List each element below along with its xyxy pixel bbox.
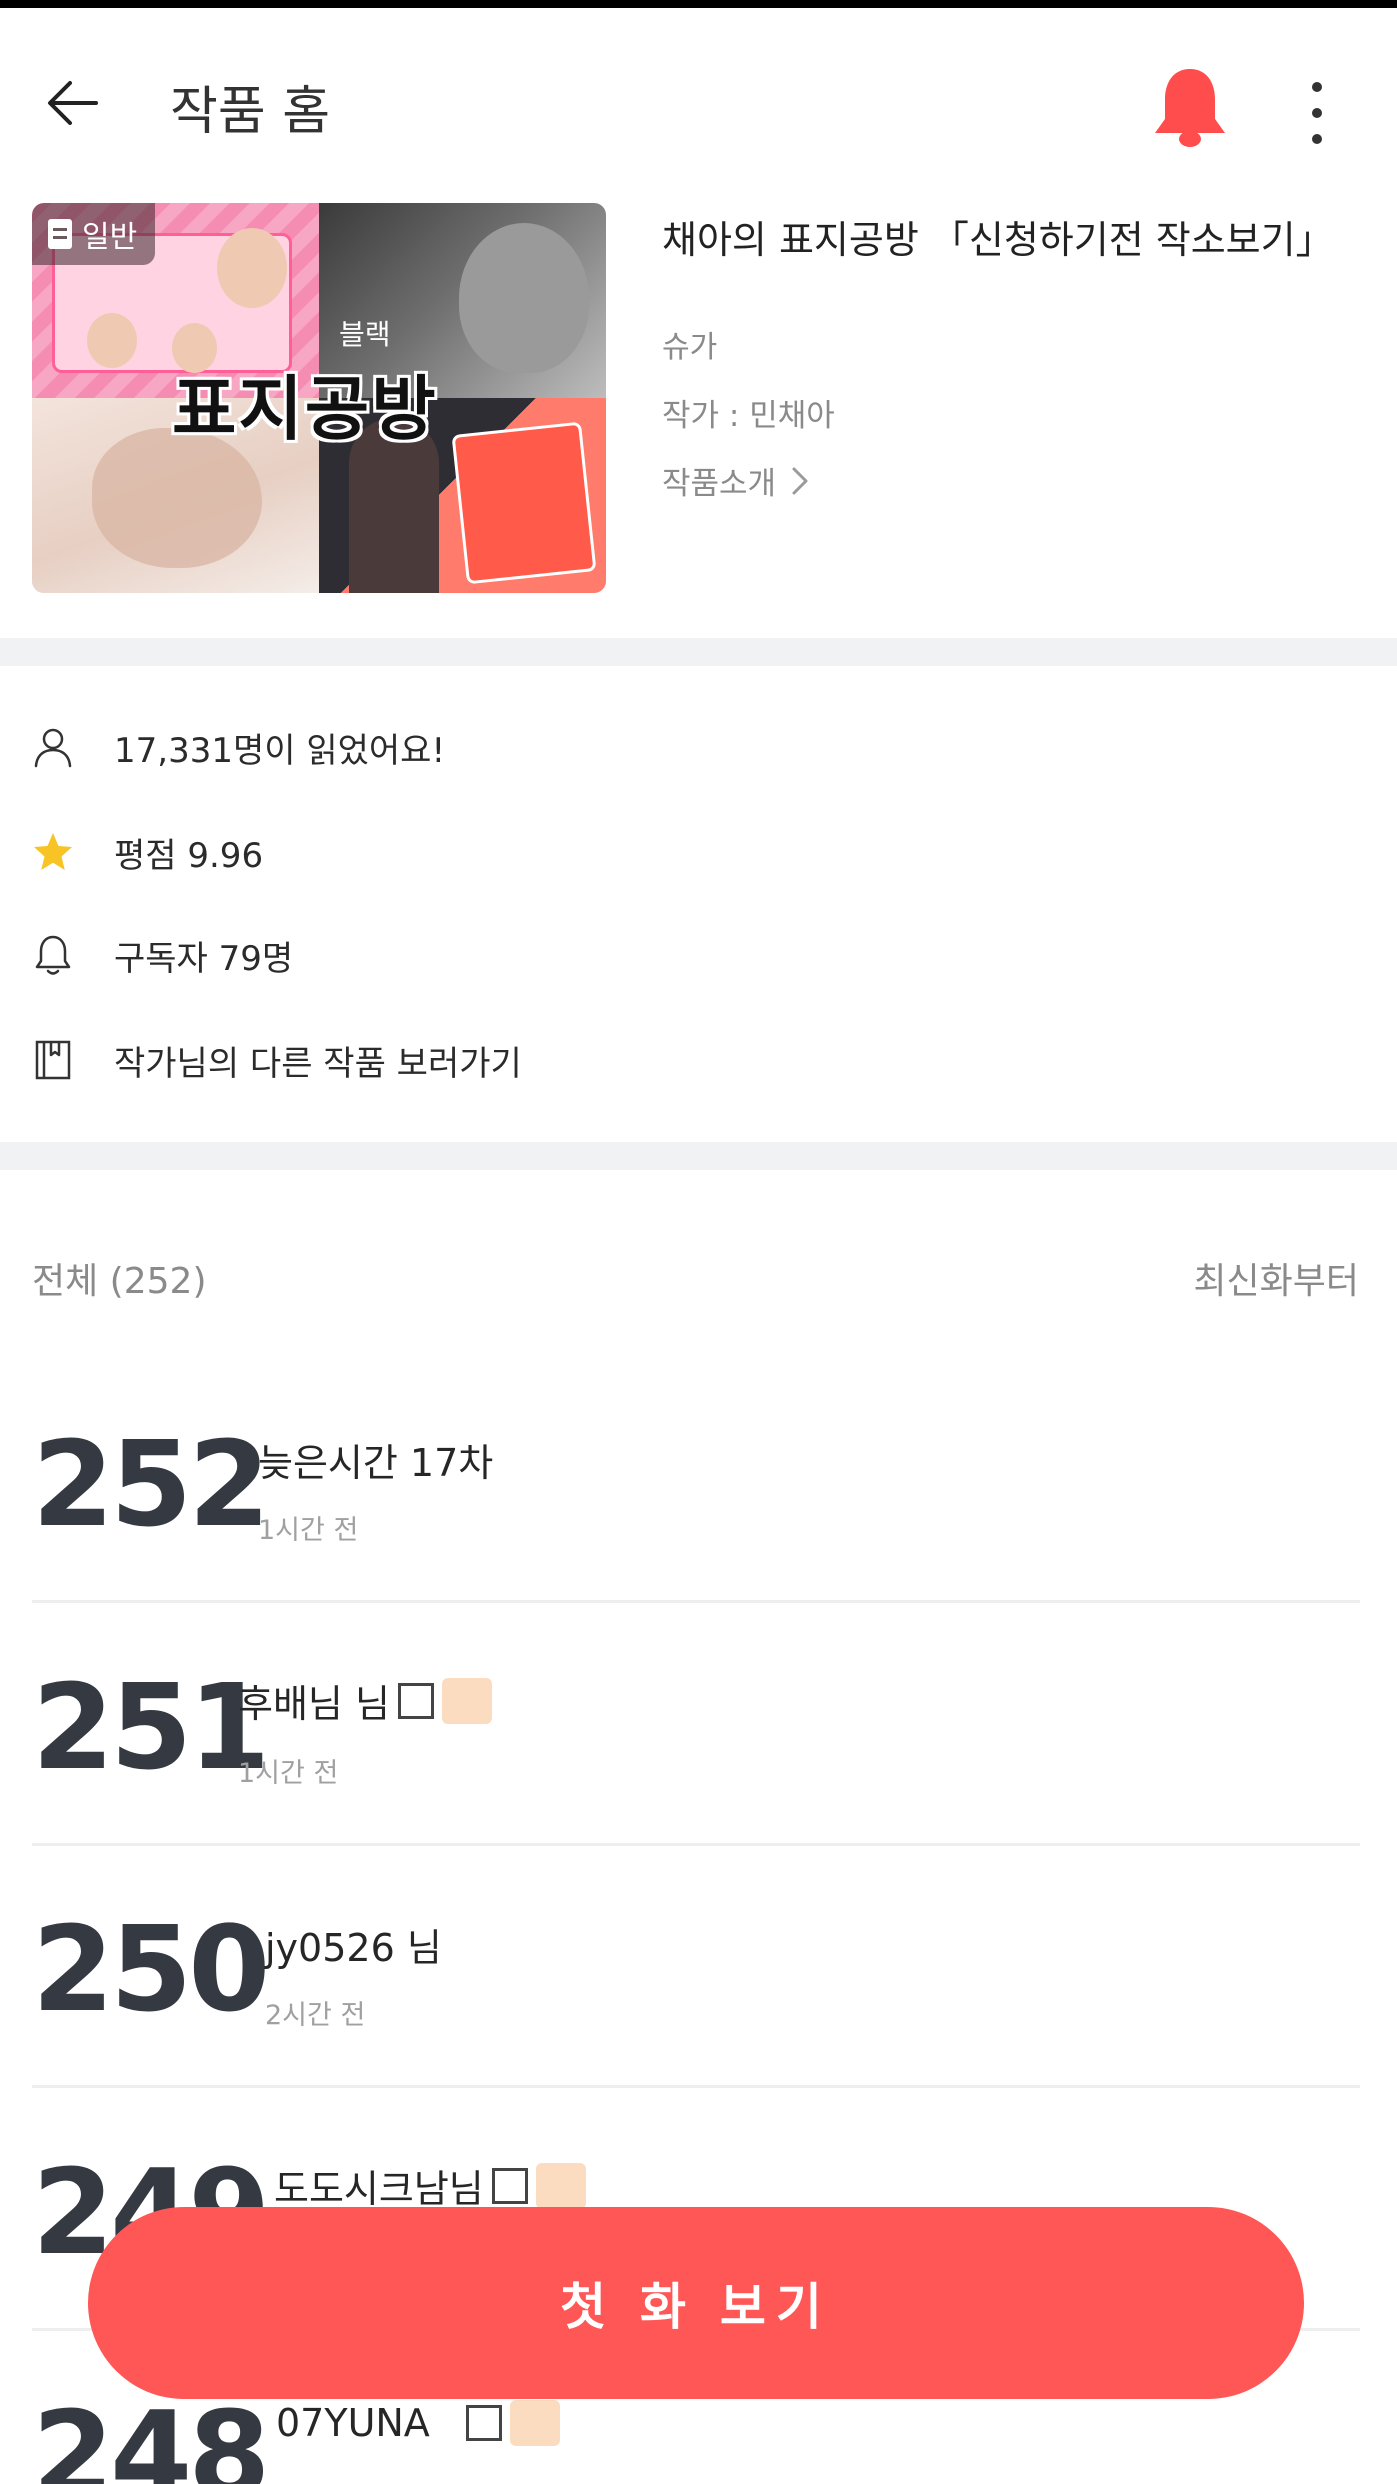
work-intro-link[interactable]: 작품소개: [662, 458, 810, 503]
episode-title: 후배님 님: [238, 1673, 492, 1728]
stat-rating-text: 평점 9.96: [114, 835, 264, 876]
episode-count: 전체 (252): [32, 1261, 207, 1302]
stat-subscribers-text: 구독자 79명: [114, 938, 294, 979]
episode-time: 1시간 전: [258, 1515, 359, 1546]
episode-title: 늦은시간 17차: [258, 1441, 494, 1485]
section-divider: [0, 1142, 1397, 1170]
subscribe-bell-button[interactable]: [1145, 63, 1235, 153]
episode-time: 2시간 전: [265, 2000, 366, 2031]
other-works-text: 작가님의 다른 작품 보러가기: [114, 1043, 522, 1084]
empty-box-glyph: [397, 1682, 434, 1719]
peach-emoji-glyph: [441, 1677, 492, 1724]
episode-row[interactable]: 251 후배님 님 1시간 전: [0, 1603, 1397, 1846]
category-badge: 일반: [32, 203, 156, 265]
stat-readers: 17,331명이 읽었어요!: [32, 712, 1372, 782]
episode-number: 250: [32, 1900, 270, 2038]
episode-row[interactable]: 252 늦은시간 17차 1시간 전: [0, 1360, 1397, 1603]
book-icon: [32, 1039, 74, 1081]
more-options-button[interactable]: [1290, 73, 1345, 153]
back-button[interactable]: [40, 68, 110, 138]
stat-subscribers: 구독자 79명: [32, 920, 1372, 990]
first-episode-button[interactable]: 첫 화 보기: [88, 2207, 1304, 2399]
stat-rating: 평점 9.96: [32, 817, 1372, 887]
sort-order-button[interactable]: 최신화부터: [1193, 1252, 1359, 1304]
category-badge-label: 일반: [82, 220, 138, 255]
cover-image[interactable]: 블랙 표지공방 일반: [32, 203, 606, 593]
arrow-left-icon: [48, 81, 98, 125]
episode-title: 도도시크남님: [274, 2158, 586, 2213]
section-divider: [0, 638, 1397, 666]
episode-title: jy0526 님: [265, 1926, 442, 1970]
episode-title: 07YUNA: [276, 2400, 560, 2446]
user-icon: [32, 726, 74, 768]
document-icon: [48, 219, 72, 249]
episode-number: 251: [32, 1658, 270, 1796]
chevron-right-icon: [792, 467, 808, 494]
status-bar: [0, 0, 1397, 8]
empty-box-glyph: [491, 2167, 528, 2204]
episode-time: 1시간 전: [238, 1758, 339, 1789]
page-title: 작품 홈: [170, 82, 331, 142]
top-bar: 작품 홈: [0, 8, 1397, 203]
episode-row[interactable]: 250 jy0526 님 2시간 전: [0, 1845, 1397, 2088]
peach-emoji-glyph: [535, 2162, 586, 2209]
episode-number: 252: [32, 1415, 270, 1553]
cover-title-text: 표지공방: [172, 368, 438, 450]
episode-number: 248: [32, 2385, 270, 2484]
bell-outline-icon: [32, 934, 74, 976]
work-author: 작가 : 민채아: [662, 398, 835, 434]
bell-icon: [1155, 69, 1225, 147]
work-intro-label: 작품소개: [662, 466, 777, 502]
other-works-link[interactable]: 작가님의 다른 작품 보러가기: [32, 1025, 1372, 1095]
peach-emoji-glyph: [509, 2400, 560, 2446]
more-vertical-icon: [1312, 82, 1322, 144]
stat-readers-text: 17,331명이 읽었어요!: [114, 730, 446, 771]
work-genre: 슈가: [662, 330, 718, 365]
work-title: 채아의 표지공방 「신청하기전 작소보기」: [662, 218, 1334, 262]
empty-box-glyph: [465, 2405, 502, 2441]
star-icon: [32, 831, 74, 873]
